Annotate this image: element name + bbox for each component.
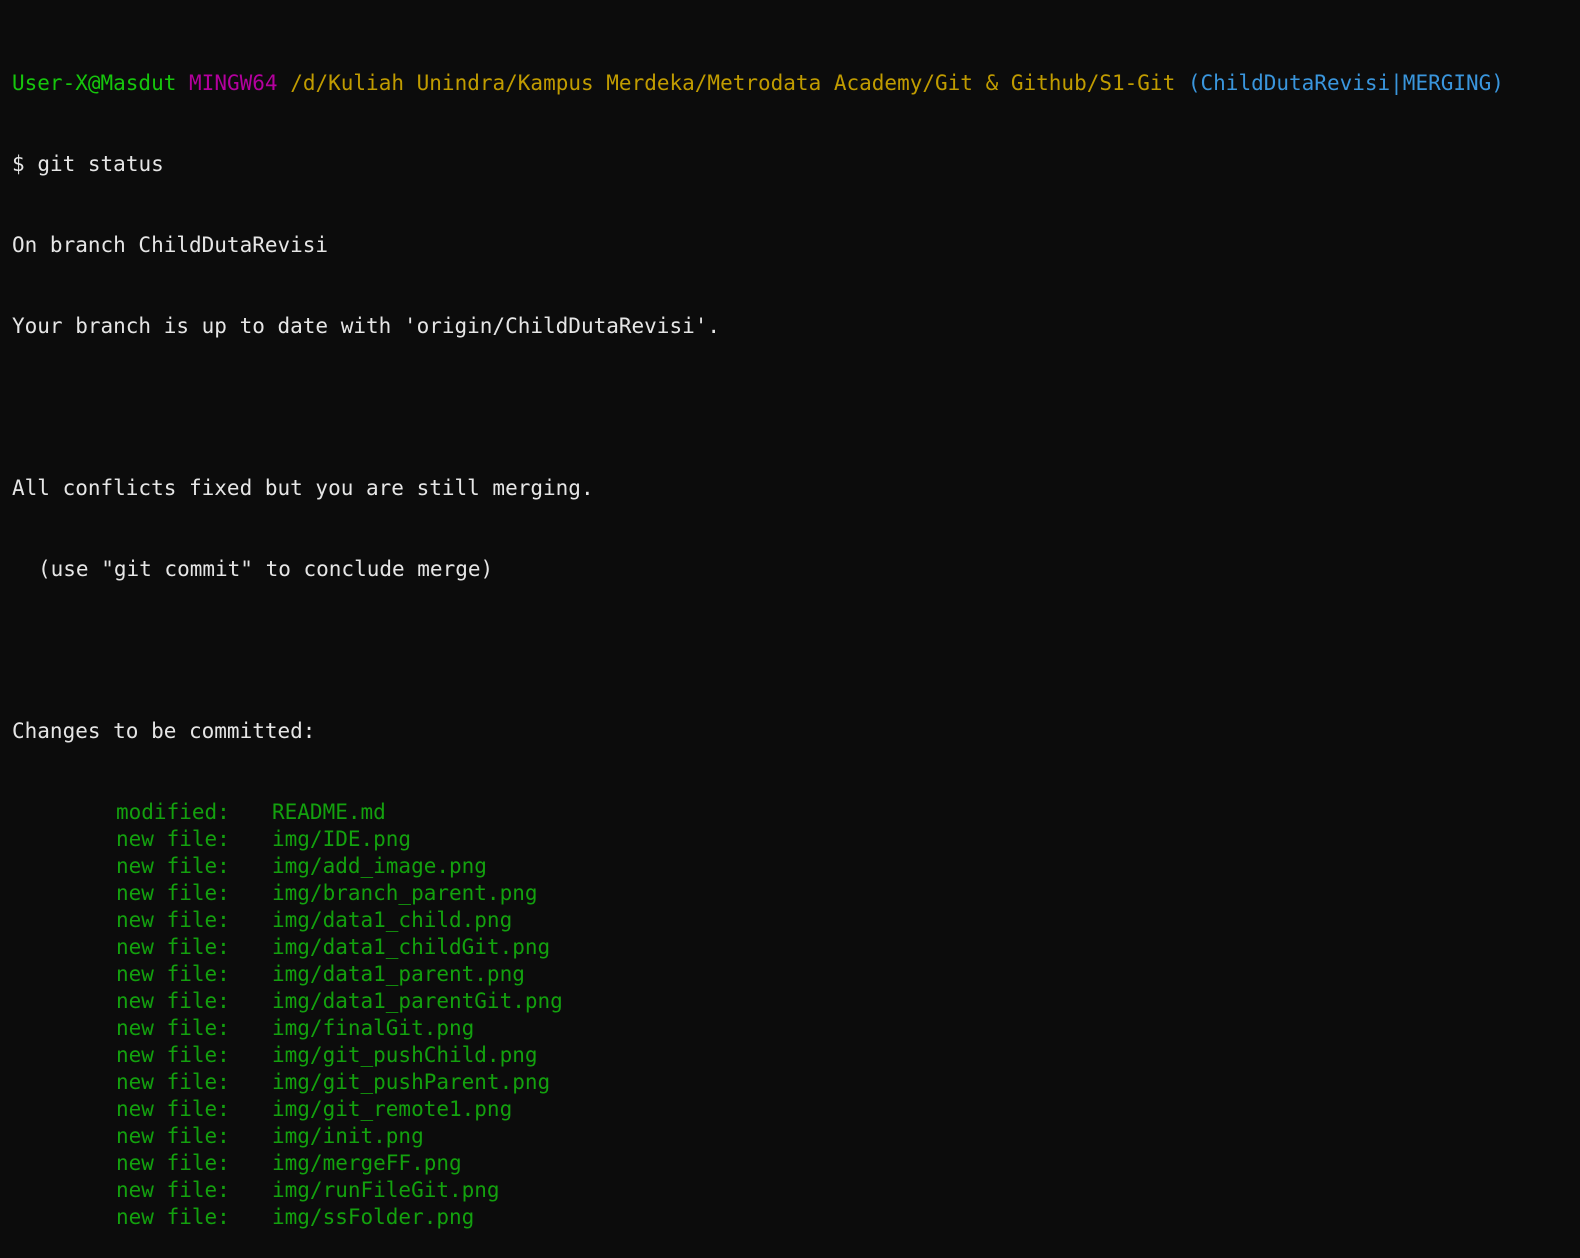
- file-status: new file:: [116, 1043, 230, 1067]
- file-path: img/ssFolder.png: [272, 1205, 475, 1229]
- file-status: new file:: [116, 1178, 230, 1202]
- file-path: img/data1_childGit.png: [272, 935, 551, 959]
- file-status: new file:: [116, 1205, 230, 1229]
- staged-file-row: new file: img/mergeFF.png: [12, 1150, 1580, 1177]
- file-status: new file:: [116, 854, 230, 878]
- up-to-date-text: Your branch is up to date with 'origin/C…: [12, 314, 721, 338]
- file-status: new file:: [116, 989, 230, 1013]
- staged-file-row: new file: img/ssFolder.png: [12, 1204, 1580, 1231]
- file-path: img/mergeFF.png: [272, 1151, 462, 1175]
- file-status: new file:: [116, 1097, 230, 1121]
- file-path: img/git_pushChild.png: [272, 1043, 538, 1067]
- staged-file-row: new file: img/data1_parentGit.png: [12, 988, 1580, 1015]
- on-branch-text: On branch ChildDutaRevisi: [12, 233, 329, 257]
- file-path: img/data1_parentGit.png: [272, 989, 563, 1013]
- staged-file-row: new file: img/data1_childGit.png: [12, 934, 1580, 961]
- staged-file-row: new file: img/IDE.png: [12, 826, 1580, 853]
- file-path: img/add_image.png: [272, 854, 487, 878]
- file-status: new file:: [116, 881, 230, 905]
- file-status: new file:: [116, 1016, 230, 1040]
- commit-hint-text: (use "git commit" to conclude merge): [38, 557, 494, 581]
- conflicts-fixed-text: All conflicts fixed but you are still me…: [12, 476, 594, 500]
- file-path: img/IDE.png: [272, 827, 412, 851]
- file-status: new file:: [116, 1070, 230, 1094]
- file-status: new file:: [116, 1151, 230, 1175]
- prompt-system: MINGW64: [189, 71, 278, 95]
- command-line: $ git status: [12, 151, 1580, 178]
- file-path: img/data1_child.png: [272, 908, 513, 932]
- staged-file-row: new file: img/branch_parent.png: [12, 880, 1580, 907]
- file-path: img/runFileGit.png: [272, 1178, 500, 1202]
- staged-file-row: new file: img/init.png: [12, 1123, 1580, 1150]
- file-path: img/finalGit.png: [272, 1016, 475, 1040]
- file-path: img/init.png: [272, 1124, 424, 1148]
- staged-file-row: new file: img/git_pushParent.png: [12, 1069, 1580, 1096]
- staged-file-row: new file: img/runFileGit.png: [12, 1177, 1580, 1204]
- file-status: new file:: [116, 935, 230, 959]
- command-text: git status: [37, 152, 164, 176]
- staged-file-row: new file: img/finalGit.png: [12, 1015, 1580, 1042]
- file-path: img/git_pushParent.png: [272, 1070, 551, 1094]
- staged-file-row: new file: img/data1_child.png: [12, 907, 1580, 934]
- prompt-user-host: User-X@Masdut: [12, 71, 177, 95]
- staged-file-row: modified: README.md: [12, 799, 1580, 826]
- prompt-symbol: $: [12, 152, 25, 176]
- file-path: img/data1_parent.png: [272, 962, 525, 986]
- terminal-window[interactable]: User-X@Masdut MINGW64 /d/Kuliah Unindra/…: [0, 0, 1580, 1229]
- staged-file-row: new file: img/add_image.png: [12, 853, 1580, 880]
- file-status: new file:: [116, 908, 230, 932]
- prompt-branch: (ChildDutaRevisi|MERGING): [1187, 71, 1504, 95]
- file-status: new file:: [116, 962, 230, 986]
- prompt-path: /d/Kuliah Unindra/Kampus Merdeka/Metroda…: [290, 71, 1176, 95]
- file-status: new file:: [116, 1124, 230, 1148]
- staged-file-row: new file: img/git_remote1.png: [12, 1096, 1580, 1123]
- changes-header: Changes to be committed:: [12, 719, 316, 743]
- staged-file-row: new file: img/git_pushChild.png: [12, 1042, 1580, 1069]
- file-path: img/branch_parent.png: [272, 881, 538, 905]
- file-path: img/git_remote1.png: [272, 1097, 513, 1121]
- file-status: new file:: [116, 827, 230, 851]
- staged-files-list: modified: README.md new file: img/IDE.png ne…: [12, 799, 1580, 1231]
- staged-file-row: new file: img/data1_parent.png: [12, 961, 1580, 988]
- prompt-line: User-X@Masdut MINGW64 /d/Kuliah Unindra/…: [12, 70, 1580, 97]
- file-path: README.md: [272, 800, 386, 824]
- file-status: modified:: [116, 800, 230, 824]
